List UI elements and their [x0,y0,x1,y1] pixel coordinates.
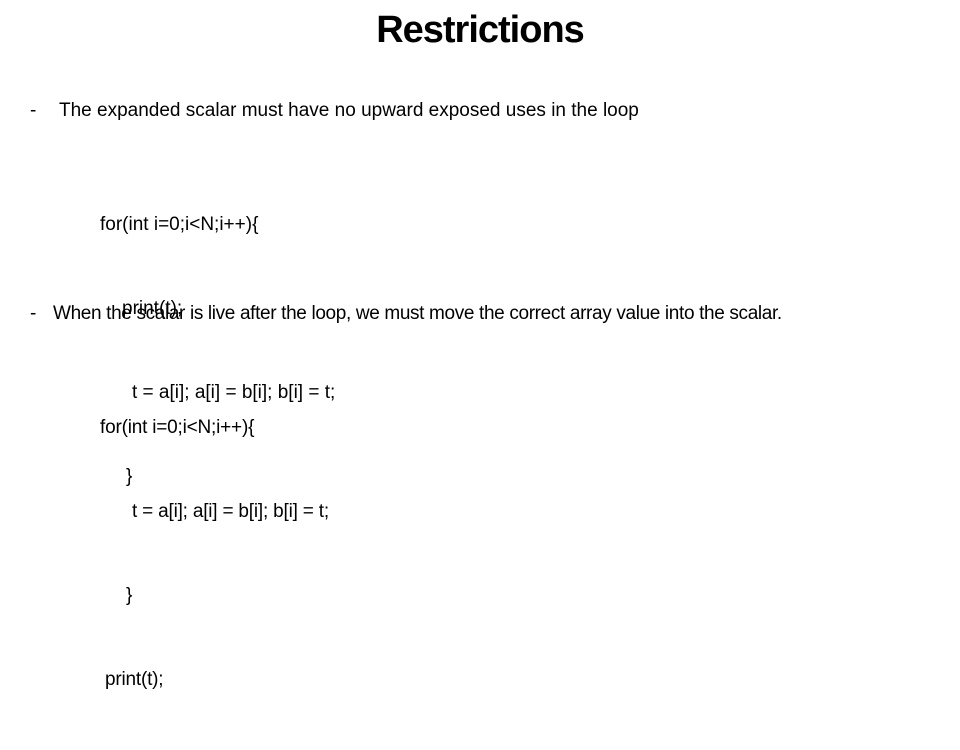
code-line: t = a[i]; a[i] = b[i]; b[i] = t; [132,501,329,522]
code-line: print(t); [105,669,164,690]
code-line: for(int i=0;i<N;i++){ [100,214,259,235]
bullet-marker: - [30,100,37,121]
bullet-upward-exposed-uses: - The expanded scalar must have no upward… [30,99,639,123]
slide-title: Restrictions [376,9,585,51]
code-line: } [126,585,133,606]
bullet-text: When the scalar is live after the loop, … [53,303,782,324]
bullet-scalar-live-after-loop: - When the scalar is live after the loop,… [30,302,782,326]
bullet-marker: - [30,303,36,324]
code-line: for(int i=0;i<N;i++){ [100,417,255,438]
code-block-2: for(int i=0;i<N;i++){ t = a[i]; a[i] = b… [100,358,329,750]
bullet-text: The expanded scalar must have no upward … [59,100,639,121]
